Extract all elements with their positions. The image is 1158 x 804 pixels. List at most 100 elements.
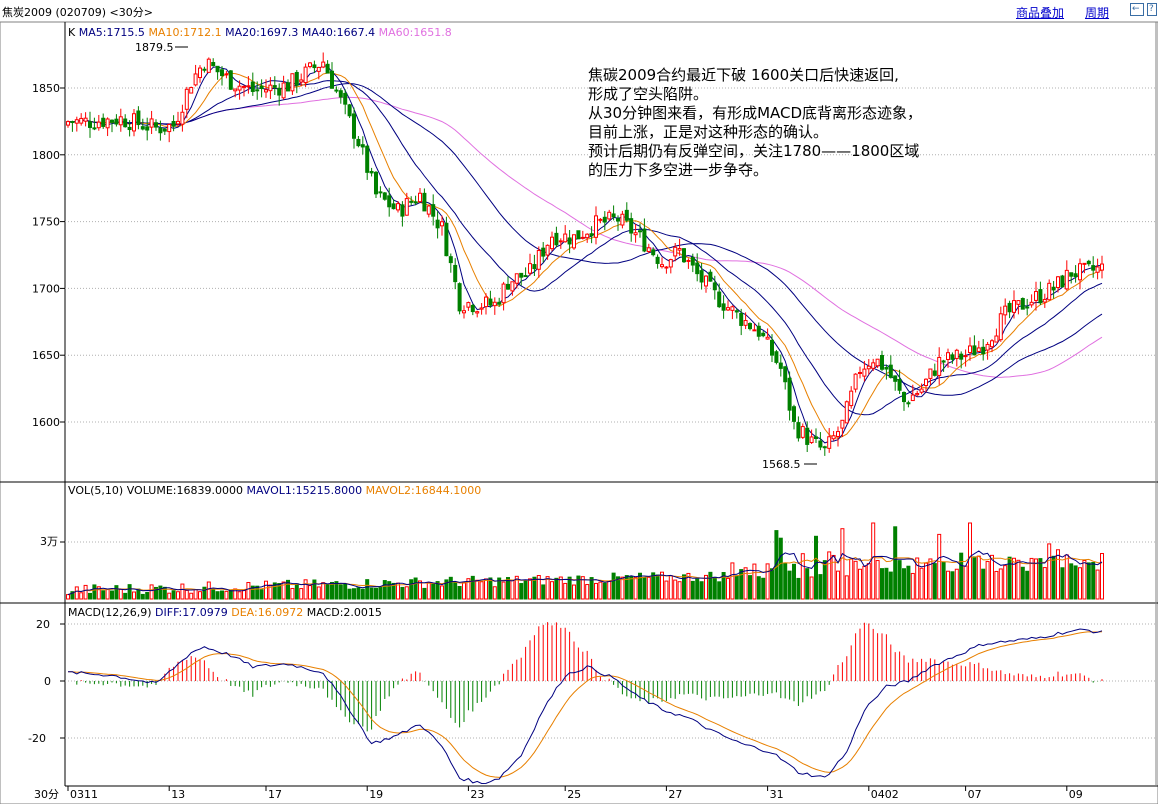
volume-bar [308, 585, 312, 600]
volume-bar [950, 571, 955, 600]
volume-bar [114, 585, 119, 600]
volume-bar [809, 576, 814, 600]
candle-body [220, 69, 224, 77]
candle-body [734, 310, 739, 313]
candle-body [83, 117, 88, 122]
volume-bar [462, 581, 466, 600]
x-tick-label: 31 [770, 788, 784, 801]
volume-bar [510, 579, 515, 600]
volume-bar [752, 563, 757, 600]
candle-body [937, 356, 942, 376]
volume-bar [484, 578, 488, 600]
candle-body [290, 73, 295, 92]
candle-body [409, 200, 414, 203]
legend-item: MACD(12,26,9) [68, 606, 155, 619]
candle-body [976, 347, 981, 352]
volume-bar [695, 578, 700, 600]
candle-body [589, 233, 594, 237]
candle-body [545, 244, 550, 256]
volume-bar [946, 570, 950, 600]
x-tick-label: 0402 [871, 788, 899, 801]
volume-bar [105, 588, 110, 600]
legend-item: DEA:16.0972 [231, 606, 306, 619]
candle-body [246, 85, 251, 88]
moving-average-lines [67, 64, 1103, 444]
volume-bar [730, 562, 735, 600]
candle-body [312, 64, 317, 69]
volume-bar [404, 586, 409, 600]
volume-bar [66, 594, 70, 600]
candle-body [1025, 306, 1030, 309]
candle-body [101, 117, 106, 127]
candle-body [796, 422, 801, 439]
annotation-line: 从30分钟图来看，有形成MACD底背离形态迹象， [588, 104, 922, 122]
candle-body [228, 70, 233, 90]
y-tick-label: 1700 [32, 282, 60, 295]
volume-bar [409, 579, 414, 600]
candle-body [281, 82, 286, 99]
candle-body [633, 232, 638, 236]
volume-bar [756, 576, 761, 600]
diff-line [68, 628, 1103, 785]
candle-body [510, 281, 515, 292]
volume-bar [387, 581, 392, 600]
candle-body [365, 145, 370, 173]
volume-bar [866, 563, 871, 600]
y-tick-label: 1850 [32, 82, 60, 95]
volume-y-tick: 3万 [40, 535, 58, 548]
volume-bar [932, 563, 937, 600]
candle-body [259, 85, 264, 89]
volume-bar [1020, 566, 1025, 600]
annotation-line: 目前上涨，正是对这种形态的确认。 [588, 123, 828, 141]
candle-body [1012, 300, 1016, 313]
x-tick-label: 09 [1069, 788, 1083, 801]
candle-body [149, 118, 154, 128]
volume-bar [127, 584, 132, 600]
volume-bar [202, 586, 207, 600]
candle-body [831, 435, 836, 440]
volume-bar [558, 576, 563, 600]
legend-item: VOL(5,10) [68, 484, 127, 497]
candle-body [1020, 298, 1025, 310]
candle-body [849, 390, 854, 407]
candle-body [866, 365, 871, 370]
volume-bar [369, 587, 374, 600]
candle-body [981, 346, 986, 355]
candle-body [268, 84, 273, 92]
candle-body [814, 436, 818, 439]
candle-body [470, 304, 475, 313]
date-axis: 0311 13 17 19 23 25 27 31 0402 07 09 [67, 786, 1083, 801]
candle-body [783, 366, 788, 383]
candle-body [1078, 263, 1082, 281]
candle-body [1060, 275, 1065, 288]
volume-bar [457, 586, 462, 600]
volume-bar [413, 577, 418, 600]
candle-body [299, 79, 304, 83]
volume-bar [1016, 559, 1021, 600]
volume-bar [193, 589, 198, 600]
candle-body [699, 270, 704, 283]
candle-body [880, 355, 884, 370]
candle-body [818, 440, 823, 448]
candle-body [888, 364, 893, 378]
volume-bar [972, 556, 977, 600]
candle-body [655, 256, 660, 264]
volume-bar [242, 589, 246, 600]
y-tick-label: 1800 [32, 149, 60, 162]
candle-body [550, 236, 554, 250]
ma40-line [67, 82, 1103, 396]
volume-bar [712, 576, 717, 600]
candle-body [902, 391, 906, 403]
volume-bar [567, 576, 572, 600]
candle-body [431, 204, 436, 217]
volume-bar [259, 589, 264, 600]
candle-body [325, 63, 330, 74]
volume-bar [224, 590, 229, 600]
candle-body [462, 310, 466, 314]
volume-bar [1003, 565, 1008, 600]
analysis-annotation: 焦碳2009合约最近下破 1600关口后快速返回,形成了空头陷阱。从30分钟图来… [588, 66, 922, 179]
candle-body [884, 366, 889, 370]
candle-body [352, 113, 356, 139]
volume-bar [629, 576, 634, 600]
candle-body [602, 216, 607, 223]
